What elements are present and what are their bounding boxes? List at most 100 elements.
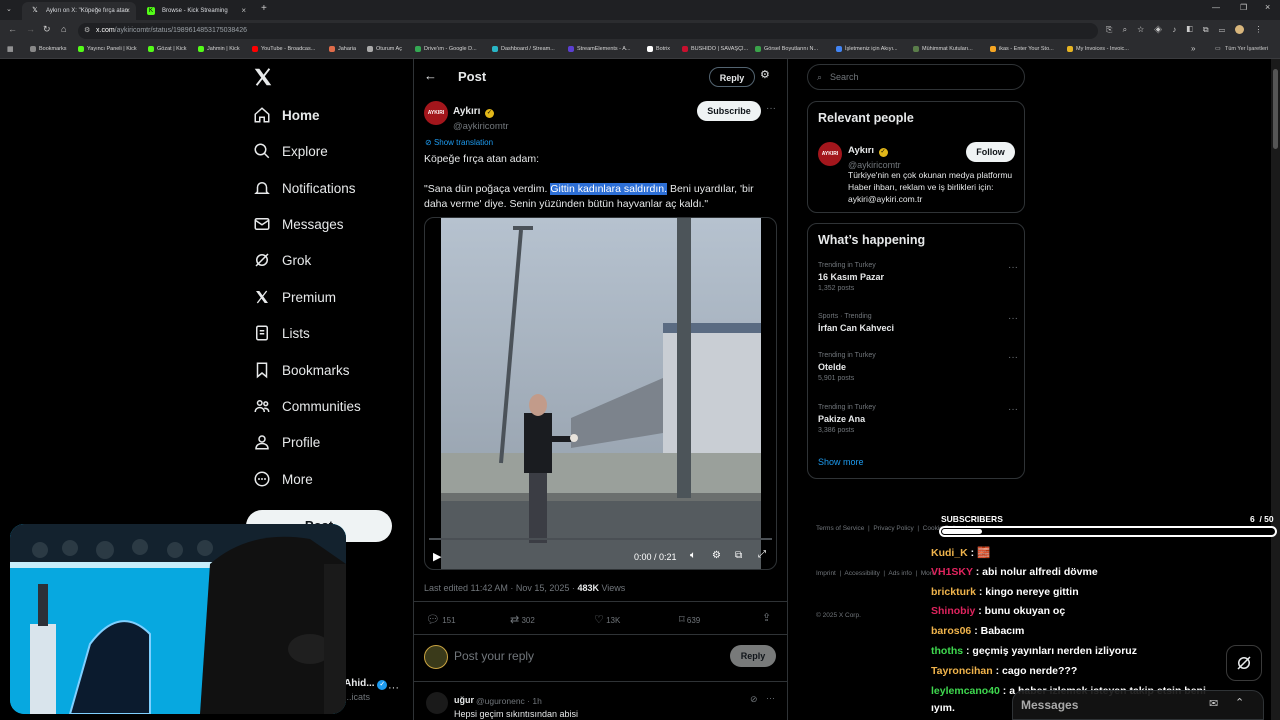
bookmark-item[interactable]: BUSHIDO | SAVAŞÇI... bbox=[682, 46, 748, 52]
profile-avatar[interactable] bbox=[1235, 25, 1245, 35]
author-info[interactable]: Aykırı ✓ @aykiricomtr bbox=[453, 101, 509, 132]
nav-messages[interactable]: Messages bbox=[252, 210, 344, 238]
person-avatar[interactable]: AYKIRI bbox=[818, 142, 842, 166]
all-bookmarks[interactable]: Tüm Yer İşaretleri bbox=[1225, 46, 1268, 52]
nav-lists[interactable]: Lists bbox=[252, 319, 310, 347]
messages-drawer[interactable]: Messages ✉ ⌃ bbox=[1012, 690, 1264, 720]
back-arrow-icon[interactable]: ← bbox=[424, 68, 437, 83]
tab-x-post[interactable]: 𝕏 Aykırı on X: "Köpeğe fırça atan × bbox=[22, 2, 136, 20]
extension-icon[interactable]: ◧ bbox=[1187, 25, 1193, 34]
chevron-up-icon[interactable]: ⌃ bbox=[1235, 696, 1244, 709]
more-dots-icon[interactable]: ··· bbox=[1008, 404, 1018, 415]
author-avatar[interactable]: AYKIRI bbox=[424, 101, 448, 125]
x-logo-icon[interactable] bbox=[252, 66, 274, 88]
nav-communities[interactable]: Communities bbox=[252, 392, 361, 420]
more-dots-icon[interactable]: ··· bbox=[766, 693, 775, 703]
bookmark-item[interactable]: Oturum Aç bbox=[367, 46, 402, 52]
video-progress-track[interactable] bbox=[429, 538, 772, 540]
more-dots-icon[interactable]: ··· bbox=[1008, 313, 1018, 324]
bookmark-item[interactable]: Görsel Boyutlarını N... bbox=[755, 46, 818, 52]
trend-item[interactable]: Sports · Trending İrfan Can Kahveci ··· bbox=[818, 313, 1018, 333]
audio-icon[interactable]: ♪ bbox=[1172, 25, 1176, 34]
fullscreen-icon[interactable]: ⤢ bbox=[758, 549, 766, 560]
tab-kick[interactable]: K Browse - Kick Streaming × bbox=[138, 2, 252, 20]
account-switcher[interactable]: Ahid... ✓ ...icats ··· bbox=[344, 678, 404, 708]
scrollbar-thumb[interactable] bbox=[1273, 69, 1278, 149]
nav-profile[interactable]: Profile bbox=[252, 428, 320, 456]
more-dots-icon[interactable]: ··· bbox=[766, 103, 776, 114]
new-tab-icon[interactable]: + bbox=[261, 3, 267, 14]
puzzle-icon[interactable]: ⧉ bbox=[1203, 25, 1209, 34]
bookmark-item[interactable]: Bookmarks bbox=[30, 46, 67, 52]
bookmark-item[interactable]: Jaharia bbox=[329, 46, 356, 52]
repost-action[interactable]: ⇄ 302 bbox=[510, 613, 535, 626]
reload-icon[interactable]: ↻ bbox=[43, 24, 51, 35]
menu-icon[interactable]: ⋮ bbox=[1254, 25, 1262, 34]
restore-icon[interactable]: ❐ bbox=[1240, 3, 1247, 12]
nav-explore[interactable]: Explore bbox=[252, 137, 328, 165]
play-icon[interactable]: ▶ bbox=[433, 550, 441, 563]
forward-icon[interactable]: → bbox=[26, 24, 35, 34]
bookmark-item[interactable]: Dashboard / Stream... bbox=[492, 46, 555, 52]
tab-list-icon[interactable]: ⌄ bbox=[6, 5, 12, 13]
pip-icon[interactable]: ⧉ bbox=[735, 550, 742, 561]
close-icon[interactable]: × bbox=[125, 2, 130, 20]
url-field[interactable]: ⚙ x.com/aykiricomtr/status/1989614853175… bbox=[78, 23, 1098, 39]
bookmark-item[interactable]: ikas - Enter Your Sto... bbox=[990, 46, 1054, 52]
nav-home[interactable]: Home bbox=[252, 101, 320, 129]
zoom-icon[interactable]: ⌕ bbox=[1123, 25, 1127, 34]
nav-more[interactable]: More bbox=[252, 465, 313, 493]
bookmark-action[interactable]: ⌑ 639 bbox=[679, 613, 700, 626]
reply-submit-button[interactable]: Reply bbox=[730, 645, 776, 667]
reply-action[interactable]: 💬︎ 151 bbox=[426, 613, 456, 626]
compose-message-icon[interactable]: ✉ bbox=[1209, 697, 1218, 710]
bookmark-item[interactable]: StreamElements - A... bbox=[568, 46, 631, 52]
person-info[interactable]: Aykırı ✓ @aykiricomtr bbox=[848, 140, 901, 170]
nav-premium[interactable]: Premium bbox=[252, 283, 336, 311]
subscribe-button[interactable]: Subscribe bbox=[697, 101, 761, 121]
more-dots-icon[interactable]: ··· bbox=[1008, 262, 1018, 273]
bookmark-item[interactable]: Mühimmat Kutuları... bbox=[913, 46, 973, 52]
home-icon[interactable]: ⌂ bbox=[61, 24, 66, 34]
trend-item[interactable]: Trending in Turkey Otelde 5,901 posts ··… bbox=[818, 352, 1018, 382]
share-icon[interactable]: ⇪ bbox=[762, 611, 771, 624]
nav-notifications[interactable]: Notifications bbox=[252, 174, 356, 202]
close-icon[interactable]: × bbox=[241, 2, 246, 20]
nav-bookmarks[interactable]: Bookmarks bbox=[252, 356, 350, 384]
site-info-icon[interactable]: ⚙ bbox=[84, 23, 90, 39]
scrollbar[interactable] bbox=[1271, 59, 1280, 720]
bookmark-item[interactable]: Botrix bbox=[647, 46, 670, 52]
like-action[interactable]: ♡ 13K bbox=[594, 613, 620, 626]
bookmarks-more[interactable]: » bbox=[1191, 44, 1195, 53]
bookmark-item[interactable]: Gözat | Kick bbox=[148, 46, 187, 52]
bookmark-item[interactable]: YouTube - Broadcas... bbox=[252, 46, 315, 52]
my-avatar[interactable] bbox=[424, 645, 448, 669]
bookmark-item[interactable]: Jahmin | Kick bbox=[198, 46, 240, 52]
grok-float-button[interactable] bbox=[1226, 645, 1262, 681]
reply-header-button[interactable]: Reply bbox=[709, 67, 755, 87]
comment[interactable]: uğur @uguronenc · 1h ⊘ ··· Hepsi geçim s… bbox=[414, 688, 787, 720]
trend-item[interactable]: Trending in Turkey 16 Kasım Pazar 1,352 … bbox=[818, 262, 1018, 292]
apps-icon[interactable]: ▦ bbox=[7, 45, 14, 53]
extension-icon[interactable]: ◈ bbox=[1154, 25, 1162, 34]
star-icon[interactable]: ☆ bbox=[1137, 25, 1144, 34]
more-dots-icon[interactable]: ··· bbox=[388, 682, 399, 694]
install-icon[interactable]: ⎘ bbox=[1106, 25, 1112, 34]
filter-icon[interactable]: ⚙ bbox=[760, 68, 770, 81]
settings-icon[interactable]: ⚙ bbox=[712, 550, 721, 561]
bookmark-item[interactable]: İşletmeniz için Akıyı... bbox=[836, 46, 898, 52]
minimize-icon[interactable]: — bbox=[1212, 3, 1220, 12]
search-box[interactable]: ⌕ Search bbox=[807, 64, 1025, 90]
show-more-link[interactable]: Show more bbox=[818, 457, 864, 467]
reply-input[interactable]: Post your reply bbox=[454, 649, 534, 663]
video-player[interactable]: ▶ 0:00 / 0:21 🔈︎ ⚙ ⧉ ⤢ bbox=[424, 217, 777, 570]
grok-icon[interactable]: ⊘ bbox=[750, 694, 758, 705]
bookmark-item[interactable]: Drive'ım - Google D... bbox=[415, 46, 477, 52]
cast-icon[interactable]: ▭ bbox=[1219, 25, 1225, 34]
more-dots-icon[interactable]: ··· bbox=[1008, 352, 1018, 363]
commenter-avatar[interactable] bbox=[426, 692, 448, 714]
back-icon[interactable]: ← bbox=[8, 24, 17, 34]
show-translation-link[interactable]: ⊘ Show translation bbox=[425, 138, 493, 147]
bookmark-item[interactable]: My Invoices - Invoic... bbox=[1067, 46, 1129, 52]
trend-item[interactable]: Trending in Turkey Pakize Ana 3,386 post… bbox=[818, 404, 1018, 434]
